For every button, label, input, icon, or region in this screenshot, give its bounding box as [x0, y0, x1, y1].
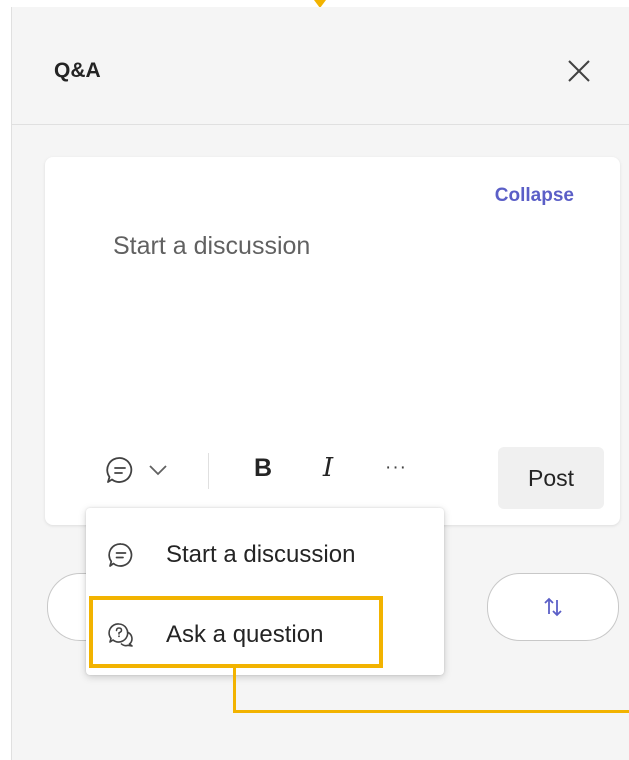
italic-button[interactable]: I: [313, 451, 343, 485]
post-type-dropdown[interactable]: [97, 453, 177, 487]
more-options-button[interactable]: ···: [379, 453, 413, 483]
close-button[interactable]: [566, 58, 592, 84]
menu-item-label: Ask a question: [166, 621, 324, 648]
question-bubble-icon: [108, 623, 133, 647]
post-button[interactable]: Post: [498, 447, 604, 509]
annotation-connector-vertical: [233, 667, 236, 713]
compose-card: Collapse Start a discussion B I ··· Post: [45, 157, 620, 525]
panel-title: Q&A: [54, 59, 101, 82]
sort-button[interactable]: [487, 573, 619, 641]
toolbar-separator: [208, 453, 209, 489]
annotation-connector-horizontal: [233, 710, 629, 713]
close-icon: [568, 60, 590, 82]
menu-item-ask-question[interactable]: Ask a question: [86, 600, 444, 670]
sort-arrows-icon: [544, 597, 562, 617]
left-gap: [0, 0, 11, 760]
chat-bubble-icon: [106, 457, 133, 483]
collapse-link[interactable]: Collapse: [495, 185, 574, 207]
compose-input[interactable]: Start a discussion: [113, 232, 533, 261]
chevron-down-icon: [149, 465, 167, 476]
header-divider: [12, 124, 629, 125]
menu-item-label: Start a discussion: [166, 541, 356, 568]
chat-bubble-icon: [108, 543, 133, 567]
bold-button[interactable]: B: [248, 451, 278, 485]
post-type-menu: Start a discussion Ask a question: [86, 508, 444, 675]
menu-item-start-discussion[interactable]: Start a discussion: [86, 520, 444, 590]
